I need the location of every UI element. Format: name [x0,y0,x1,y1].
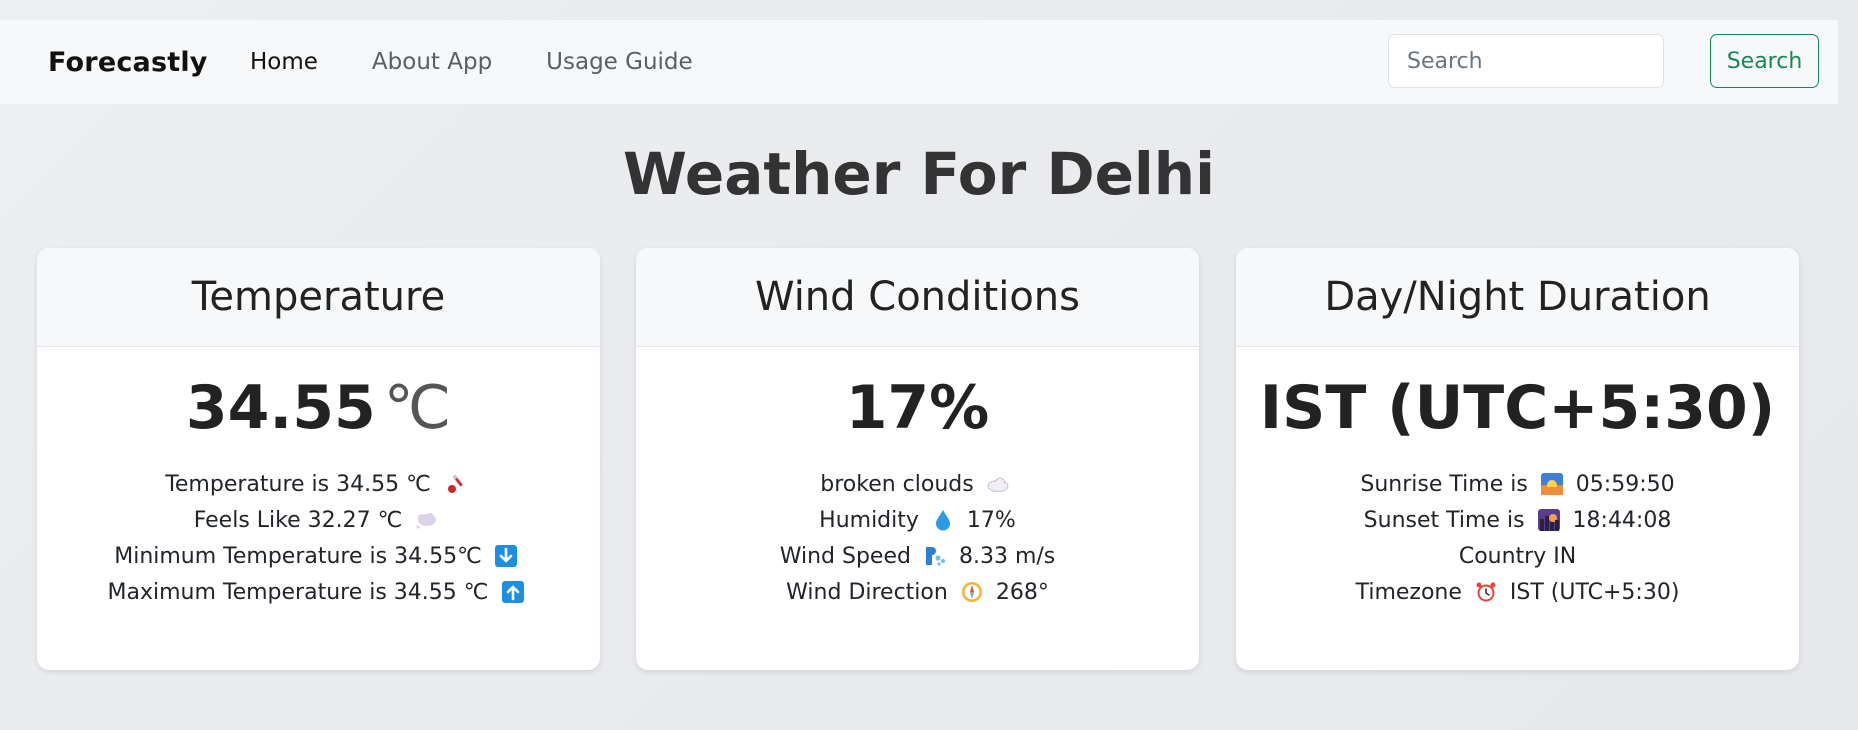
nav-link-home[interactable]: Home [250,49,318,75]
card-title-wind: Wind Conditions [636,248,1199,347]
wind-face-icon [924,545,946,567]
alarm-clock-icon [1475,581,1497,603]
detail-label: Country IN [1458,544,1577,569]
brand-logo[interactable]: Forecastly [48,47,208,78]
nav-links: Home About App Usage Guide [250,49,747,75]
wind-details: broken clouds Humidity 17% Wind Speed 8.… [636,467,1199,611]
search-input[interactable] [1388,34,1664,88]
temperature-main-value: 34.55 ℃ [37,373,600,443]
daynight-main-value: IST (UTC+5:30) [1259,373,1776,443]
detail-value: 18:44:08 [1572,508,1672,533]
temperature-unit: ℃ [383,373,452,443]
temperature-card: Temperature 34.55 ℃ Temperature is 34.55 … [37,248,600,670]
nav-link-usage-guide[interactable]: Usage Guide [546,49,693,75]
detail-label: Sunrise Time is [1360,472,1528,497]
detail-value: 17% [966,508,1016,533]
detail-max-temperature: Maximum Temperature is 34.55 ℃ [37,575,600,611]
cloud-icon [987,473,1009,495]
search-button[interactable]: Search [1710,34,1819,88]
up-arrow-icon [501,581,524,603]
detail-label: Feels Like 32.27 ℃ [193,508,403,533]
detail-temperature: Temperature is 34.55 ℃ [37,467,600,503]
detail-humidity: Humidity 17% [636,503,1199,539]
detail-value: IST (UTC+5:30) [1509,580,1680,605]
detail-label: Temperature is 34.55 ℃ [165,472,431,497]
detail-label: Wind Direction [786,580,948,605]
sunrise-icon [1540,473,1563,495]
detail-label: Wind Speed [779,544,911,569]
detail-label: Minimum Temperature is 34.55℃ [114,544,482,569]
detail-timezone: Timezone IST (UTC+5:30) [1236,575,1799,611]
detail-sunset: Sunset Time is 18:44:08 [1236,503,1799,539]
navbar: Forecastly Home About App Usage Guide Se… [0,20,1838,104]
temperature-details: Temperature is 34.55 ℃ Feels Like 32.27 … [37,467,600,611]
compass-icon [961,581,983,603]
detail-wind-speed: Wind Speed 8.33 m/s [636,539,1199,575]
page-title: Weather For Delhi [623,140,1215,208]
detail-feels-like: Feels Like 32.27 ℃ [37,503,600,539]
nav-link-about-app[interactable]: About App [372,49,492,75]
detail-label: Timezone [1355,580,1462,605]
daynight-details: Sunrise Time is 05:59:50 Sunset Time is … [1236,467,1799,611]
wind-main-value: 17% [845,373,990,443]
daynight-card: Day/Night Duration IST (UTC+5:30) Sunris… [1236,248,1799,670]
down-arrow-icon [494,545,517,567]
detail-value: 8.33 m/s [958,544,1056,569]
temperature-value: 34.55 [185,373,376,443]
detail-country: Country IN [1236,539,1799,575]
detail-value: 05:59:50 [1575,472,1675,497]
detail-label: broken clouds [820,472,974,497]
card-title-temperature: Temperature [37,248,600,347]
detail-label: Humidity [819,508,919,533]
detail-wind-direction: Wind Direction 268° [636,575,1199,611]
card-title-daynight: Day/Night Duration [1236,248,1799,347]
sunset-icon [1537,509,1560,531]
detail-value: 268° [995,580,1049,605]
detail-label: Sunset Time is [1363,508,1525,533]
wind-card: Wind Conditions 17% broken clouds Humidi… [636,248,1199,670]
droplet-icon [932,509,954,531]
detail-label: Maximum Temperature is 34.55 ℃ [107,580,489,605]
thermometer-icon [444,473,466,495]
detail-min-temperature: Minimum Temperature is 34.55℃ [37,539,600,575]
detail-sunrise: Sunrise Time is 05:59:50 [1236,467,1799,503]
thought-cloud-icon [415,509,437,531]
detail-description: broken clouds [636,467,1199,503]
